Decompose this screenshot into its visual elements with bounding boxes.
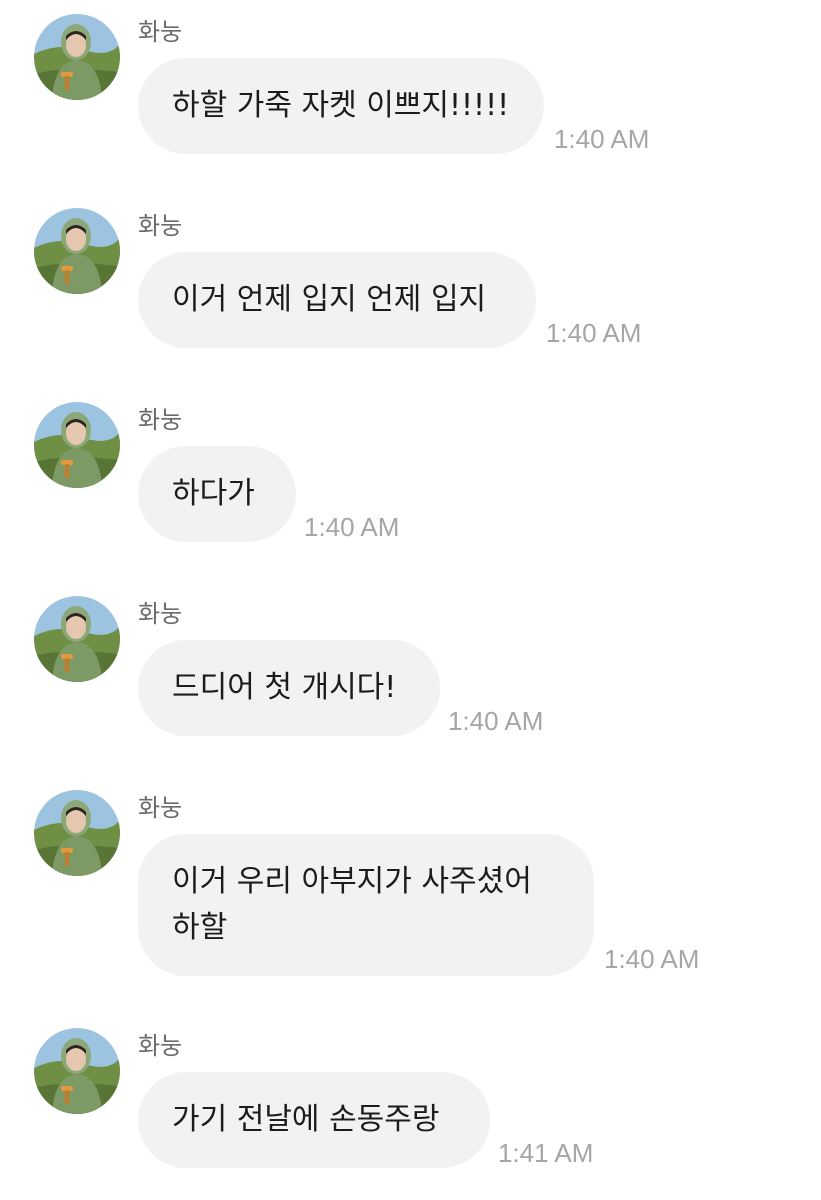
avatar[interactable] [34,208,120,294]
avatar[interactable] [34,14,120,100]
sender-name: 화눙 [138,406,183,434]
message-bubble[interactable]: 가기 전날에 손동주랑 [138,1072,490,1168]
message-row: 화눙 이거 언제 입지 언제 입지 1:40 AM [0,208,821,358]
message-bubble[interactable]: 드디어 첫 개시다! [138,640,440,736]
message-bubble[interactable]: 이거 우리 아부지가 사주셨어 하할 [138,834,594,976]
message-bubble[interactable]: 하다가 [138,446,296,542]
avatar[interactable] [34,1028,120,1114]
message-text: 이거 언제 입지 언제 입지 [172,282,487,317]
message-timestamp: 1:40 AM [304,512,400,542]
message-text: 하할 가죽 자켓 이쁘지!!!!! [172,88,510,123]
sender-name: 화눙 [138,794,183,822]
message-text: 하다가 [172,476,255,511]
message-text: 가기 전날에 손동주랑 [172,1102,440,1137]
message-row: 화눙 드디어 첫 개시다! 1:40 AM [0,596,821,746]
message-row: 화눙 이거 우리 아부지가 사주셨어 하할 1:40 AM [0,790,821,986]
message-bubble[interactable]: 이거 언제 입지 언제 입지 [138,252,536,348]
message-row: 화눙 하할 가죽 자켓 이쁘지!!!!! 1:40 AM [0,14,821,164]
message-row: 화눙 하다가 1:40 AM [0,402,821,552]
avatar[interactable] [34,790,120,876]
profile-photo-avatar-icon [34,14,120,100]
message-text: 드디어 첫 개시다! [172,670,397,705]
sender-name: 화눙 [138,600,183,628]
sender-name: 화눙 [138,212,183,240]
message-timestamp: 1:40 AM [554,124,650,154]
message-text-line-2: 하할 [172,910,228,945]
message-text-line-1: 이거 우리 아부지가 사주셨어 [172,864,532,899]
profile-photo-avatar-icon [34,596,120,682]
message-bubble[interactable]: 하할 가죽 자켓 이쁘지!!!!! [138,58,544,154]
message-timestamp: 1:40 AM [546,318,642,348]
message-timestamp: 1:40 AM [448,706,544,736]
avatar[interactable] [34,596,120,682]
sender-name: 화눙 [138,18,183,46]
profile-photo-avatar-icon [34,402,120,488]
message-timestamp: 1:41 AM [498,1138,594,1168]
profile-photo-avatar-icon [34,208,120,294]
sender-name: 화눙 [138,1032,183,1060]
profile-photo-avatar-icon [34,790,120,876]
avatar[interactable] [34,402,120,488]
profile-photo-avatar-icon [34,1028,120,1114]
message-row: 화눙 가기 전날에 손동주랑 1:41 AM [0,1028,821,1178]
message-timestamp: 1:40 AM [604,944,700,974]
